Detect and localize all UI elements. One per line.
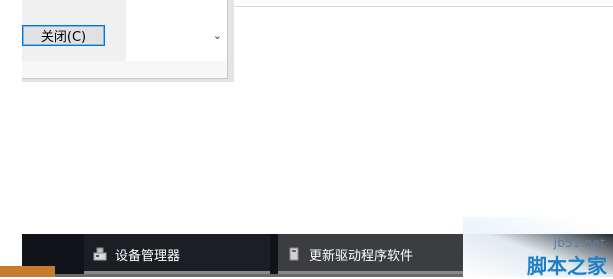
chevron-down-icon[interactable]: ⌄ — [213, 30, 222, 41]
dialog-footer — [22, 61, 227, 78]
dialog-list-area[interactable]: ⌄ — [126, 0, 227, 61]
watermark-url: jb51.net — [553, 236, 605, 250]
left-margin — [0, 0, 22, 277]
taskbar-item-label: 设备管理器 — [115, 248, 181, 264]
close-button[interactable]: 关闭(C) — [22, 25, 105, 46]
taskbar-item-driver-update[interactable]: 更新驱动程序软件 — [278, 234, 468, 274]
watermark-site-name: 脚本之家 — [527, 254, 607, 278]
taskbar-left-accent — [0, 266, 55, 277]
device-manager-icon — [92, 246, 108, 262]
dialog-button-panel: 关闭(C) — [22, 0, 127, 62]
properties-dialog: 关闭(C) ⌄ — [22, 0, 228, 79]
driver-update-icon — [286, 246, 302, 262]
taskbar-item-label: 更新驱动程序软件 — [309, 248, 414, 264]
taskbar-item-device-manager[interactable]: 设备管理器 — [84, 234, 270, 274]
